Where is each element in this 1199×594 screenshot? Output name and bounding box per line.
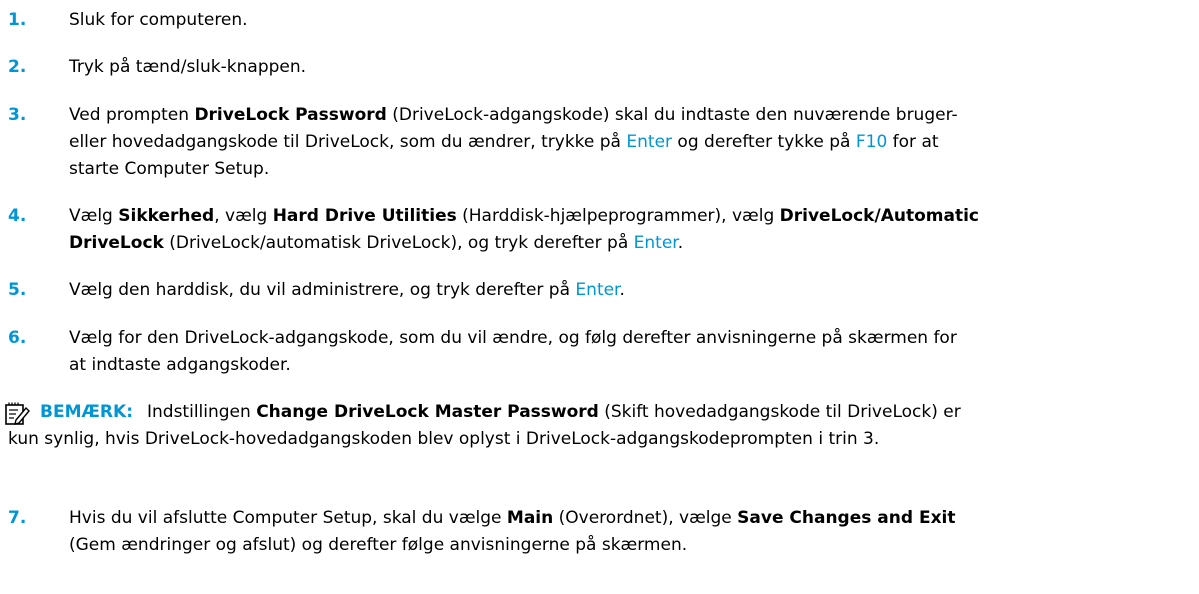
note-label: BEMÆRK: (40, 402, 133, 422)
step-7: 7. Hvis du vil afslutte Computer Setup, … (0, 505, 1199, 559)
text-run: . (619, 280, 625, 300)
text-run: Vælg for den DriveLock-adgangskode, som … (69, 328, 957, 348)
text-run: . (677, 233, 684, 253)
step-1: 1. Sluk for computeren. (0, 7, 1199, 34)
ui-term-main: Main (506, 508, 554, 528)
text-line: Ved prompten DriveLock Password (DriveLo… (69, 102, 1199, 129)
text-line: eller hovedadgangskode til DriveLock, so… (69, 129, 1199, 156)
text-run: (Harddisk-hjælpeprogrammer), vælg (456, 206, 780, 226)
text-line: Hvis du vil afslutte Computer Setup, ska… (69, 505, 1199, 532)
text-run: starte Computer Setup. (69, 159, 270, 179)
text-line: at indtaste adgangskoder. (69, 352, 1199, 379)
text-run: og derefter tykke på (672, 132, 856, 152)
key-enter: Enter (633, 233, 678, 253)
text-run: (Gem ændringer og afslut) og derefter fø… (69, 535, 688, 555)
key-enter: Enter (626, 132, 673, 152)
text-run: Vælg den harddisk, du vil administrere, … (69, 280, 576, 300)
ui-term-drivelock-automatic: DriveLock/Automatic (779, 206, 979, 226)
step-number: 5. (8, 280, 27, 300)
text-run: (Skift hovedadgangskode til DriveLock) e… (598, 402, 961, 422)
step-text: Vælg Sikkerhed, vælg Hard Drive Utilitie… (69, 203, 1199, 257)
ui-term-hard-drive-utilities: Hard Drive Utilities (272, 206, 457, 226)
text-run: Tryk på tænd/sluk-knappen. (69, 57, 307, 77)
text-run: Sluk for computeren. (69, 10, 248, 30)
note-icon (5, 402, 30, 425)
text-run: Hvis du vil afslutte Computer Setup, ska… (69, 508, 507, 528)
text-run: (Overordnet), vælge (553, 508, 738, 528)
text-line: Vælg Sikkerhed, vælg Hard Drive Utilitie… (69, 203, 1199, 230)
text-run: at indtaste adgangskoder. (69, 355, 291, 375)
step-text: Ved prompten DriveLock Password (DriveLo… (69, 102, 1199, 183)
step-number: 3. (8, 105, 27, 125)
text-run: , vælg (214, 206, 273, 226)
step-text: Hvis du vil afslutte Computer Setup, ska… (69, 505, 1199, 559)
key-f10: F10 (855, 132, 888, 152)
step-number: 1. (8, 10, 27, 30)
ui-term-save-changes-and-exit: Save Changes and Exit (737, 508, 956, 528)
ui-term-drivelock: DriveLock (69, 233, 164, 253)
text-run: (DriveLock/automatisk DriveLock), og try… (163, 233, 634, 253)
step-4: 4. Vælg Sikkerhed, vælg Hard Drive Utili… (0, 203, 1199, 257)
text-run: Indstillingen (147, 402, 257, 422)
ui-term-drivelock-password: DriveLock Password (194, 105, 387, 125)
text-run: eller hovedadgangskode til DriveLock, so… (69, 132, 627, 152)
step-text: Sluk for computeren. (69, 7, 1199, 34)
ui-term-sikkerhed: Sikkerhed (118, 206, 215, 226)
step-number: 7. (8, 508, 27, 528)
ui-term-change-drivelock-master-password: Change DriveLock Master Password (256, 402, 599, 422)
text-run: for at (887, 132, 939, 152)
step-text: Tryk på tænd/sluk-knappen. (69, 54, 1199, 81)
step-2: 2. Tryk på tænd/sluk-knappen. (0, 54, 1199, 81)
note-line-1: BEMÆRK: Indstillingen Change DriveLock Ma… (40, 399, 1199, 426)
text-run: Ved prompten (69, 105, 195, 125)
step-5: 5. Vælg den harddisk, du vil administrer… (0, 277, 1199, 304)
note-block: BEMÆRK: Indstillingen Change DriveLock Ma… (0, 399, 1199, 453)
text-line: (Gem ændringer og afslut) og derefter fø… (69, 532, 1199, 559)
text-run: (DriveLock-adgangskode) skal du indtaste… (386, 105, 958, 125)
step-number: 6. (8, 328, 27, 348)
text-line: DriveLock (DriveLock/automatisk DriveLoc… (69, 230, 1199, 257)
text-line: starte Computer Setup. (69, 156, 1199, 183)
step-text: Vælg den harddisk, du vil administrere, … (69, 277, 1199, 304)
text-line: Vælg for den DriveLock-adgangskode, som … (69, 325, 1199, 352)
key-enter: Enter (575, 280, 620, 300)
step-6: 6. Vælg for den DriveLock-adgangskode, s… (0, 325, 1199, 379)
step-number: 2. (8, 57, 27, 77)
step-number: 4. (8, 206, 27, 226)
step-3: 3. Ved prompten DriveLock Password (Driv… (0, 102, 1199, 183)
text-run: Vælg (69, 206, 119, 226)
step-text: Vælg for den DriveLock-adgangskode, som … (69, 325, 1199, 379)
note-line-2: kun synlig, hvis DriveLock-hovedadgangsk… (8, 429, 880, 449)
instruction-document: 1. Sluk for computeren. 2. Tryk på tænd/… (0, 0, 1199, 594)
